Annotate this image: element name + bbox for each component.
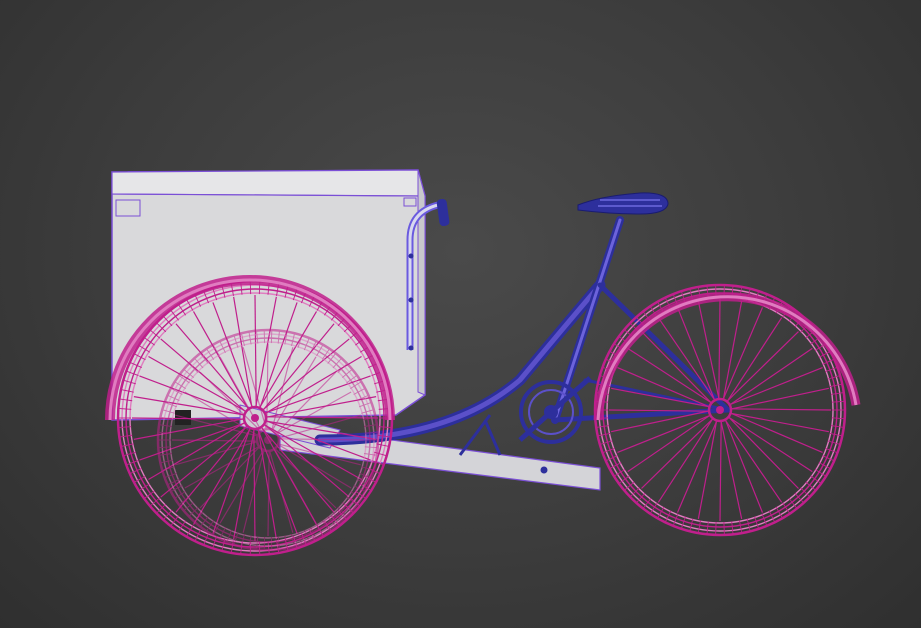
chainring	[518, 376, 592, 444]
tricycle-wireframe-render	[105, 169, 861, 557]
3d-viewport[interactable]	[0, 0, 921, 628]
rear-right-wheel	[156, 328, 380, 552]
saddle	[577, 192, 669, 215]
